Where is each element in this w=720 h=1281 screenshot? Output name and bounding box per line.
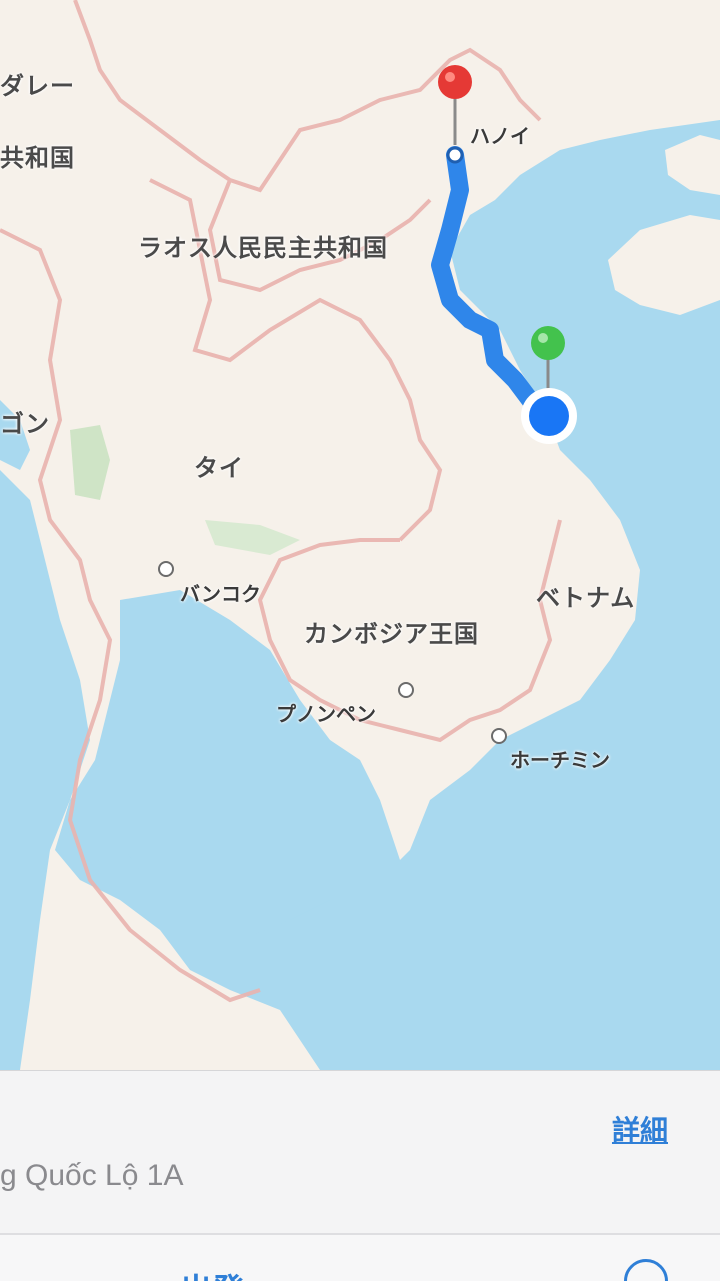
route-info-sheet: g Quốc Lộ 1A 詳細 出発 xyxy=(0,1070,720,1281)
city-marker-hochiminh xyxy=(491,728,507,744)
map-label-phnompenh: プノンペン xyxy=(276,702,376,726)
map-label-hochiminh: ホーチミン xyxy=(510,748,610,772)
start-button[interactable]: 出発 xyxy=(180,1265,244,1281)
map-canvas xyxy=(0,0,720,1070)
map-label-vietnam: ベトナム xyxy=(536,584,636,612)
map-view[interactable]: ダレー 共和国 ラオス人民民主共和国 ゴン タイ カンボジア王国 ベトナム ハノ… xyxy=(0,0,720,1070)
map-label-myanmar-fragment: ダレー xyxy=(0,72,75,100)
map-label-bangkok: バンコク xyxy=(180,582,261,606)
map-label-myanmar-fragment2: 共和国 xyxy=(0,144,75,172)
city-marker-phnompenh xyxy=(398,682,414,698)
city-marker-bangkok xyxy=(158,561,174,577)
map-label-cambodia: カンボジア王国 xyxy=(304,620,479,648)
destination-pin[interactable] xyxy=(438,65,472,99)
detail-link[interactable]: 詳細 xyxy=(612,1109,668,1149)
map-label-hanoi: ハノイ xyxy=(470,124,530,148)
map-label-rangoon-fragment: ゴン xyxy=(0,410,50,438)
bottom-action-bar: 出発 xyxy=(0,1235,720,1281)
route-road-name: g Quốc Lộ 1A xyxy=(0,1159,184,1192)
map-label-thailand: タイ xyxy=(194,454,244,482)
start-pin[interactable] xyxy=(531,326,565,360)
info-icon[interactable] xyxy=(624,1259,668,1281)
route-waypoint xyxy=(446,146,464,164)
current-location-dot[interactable] xyxy=(529,396,569,436)
map-label-laos: ラオス人民民主共和国 xyxy=(138,234,388,262)
destination-pin-highlight xyxy=(445,72,455,82)
start-pin-highlight xyxy=(538,333,548,343)
